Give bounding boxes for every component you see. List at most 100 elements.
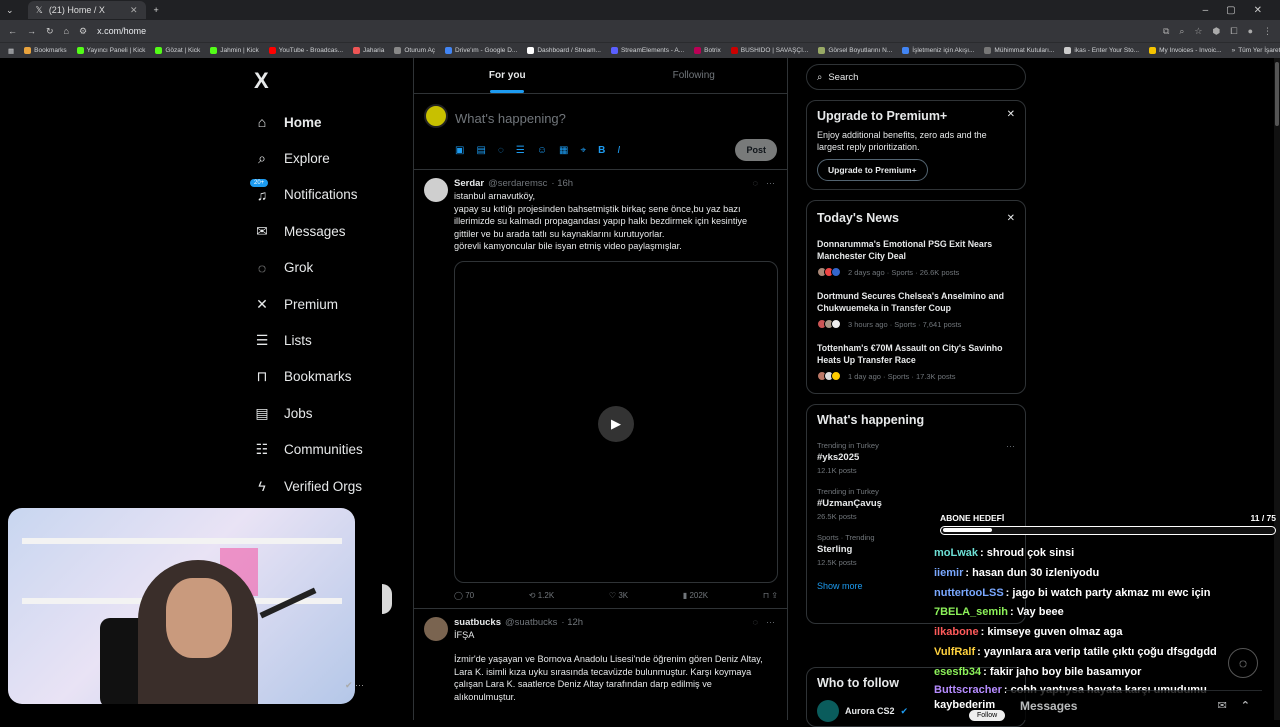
more-icon[interactable]: ··· (766, 178, 775, 188)
bookmark-item[interactable]: Görsel Boyutlarını N... (818, 47, 892, 54)
more-icon[interactable]: ··· (1006, 441, 1015, 451)
bookmark-item[interactable]: Botrix (694, 47, 721, 54)
close-icon[interactable]: ✕ (1007, 109, 1015, 120)
nav-item-communities[interactable]: ☷ Communities (248, 432, 408, 468)
tweet[interactable]: Serdar @serdaremsc · 16h ◌ ··· istanbul … (414, 170, 787, 609)
url-field[interactable]: x.com/home (97, 26, 146, 36)
news-item[interactable]: Dortmund Secures Chelsea's Anselmino and… (817, 290, 1015, 329)
bookmark-item[interactable]: My Invoices - Invoic... (1149, 47, 1222, 54)
menu-icon[interactable]: ⋮ (1263, 26, 1272, 37)
bookmark-item[interactable]: Jaharia (353, 47, 384, 54)
repost-button[interactable]: ⟲ 1.2K (529, 591, 554, 600)
account-more-icon[interactable]: ✔ ··· (345, 680, 364, 691)
post-button[interactable]: Post (735, 139, 777, 161)
browser-tab-home[interactable]: 𝕏 (21) Home / X ✕ (27, 1, 146, 19)
minimize-icon[interactable]: – (1203, 5, 1209, 16)
back-icon[interactable]: ← (8, 26, 17, 36)
play-icon[interactable]: ▶ (598, 405, 634, 442)
image-icon[interactable]: ▣ (455, 145, 464, 156)
bookmark-item[interactable]: ikas - Enter Your Sto... (1064, 47, 1139, 54)
more-icon[interactable]: ··· (766, 617, 775, 627)
page-scrollbar[interactable] (1274, 58, 1280, 720)
tab-following[interactable]: Following (601, 58, 788, 93)
restore-icon[interactable]: ▢ (1226, 5, 1235, 16)
bookmark-item[interactable]: Mühimmat Kutuları... (984, 47, 1054, 54)
x-logo-icon[interactable]: X (248, 64, 408, 104)
italic-icon[interactable]: I (617, 145, 620, 156)
emoji-icon[interactable]: ☺ (537, 145, 547, 156)
tweet-time[interactable]: · 16h (551, 178, 573, 189)
tweet-author-handle[interactable]: @serdaremsc (488, 178, 547, 189)
video-player[interactable]: ▶ (454, 260, 778, 583)
news-item[interactable]: Donnarumma's Emotional PSG Exit Nears Ma… (817, 238, 1015, 277)
star-icon[interactable]: ☆ (1194, 26, 1202, 37)
bookmark-item[interactable]: Jahmin | Kick (210, 47, 259, 54)
nav-item-premium[interactable]: ✕ Premium (248, 286, 408, 322)
location-icon[interactable]: ⌖ (581, 145, 587, 156)
new-tab-icon[interactable]: + (154, 5, 159, 15)
bookmark-item[interactable]: Yayıncı Paneli | Kick (76, 47, 145, 54)
nav-item-grok[interactable]: ◌ Grok (248, 250, 408, 286)
tweet-author-handle[interactable]: @suatbucks (505, 617, 557, 628)
tweet[interactable]: suatbucks @suatbucks · 12h ◌ ··· İFŞA İz… (414, 609, 787, 712)
bookmark-item[interactable]: BUSHIDO | SAVAŞÇI... (730, 47, 808, 54)
nav-item-verified-orgs[interactable]: ϟ Verified Orgs (248, 468, 408, 504)
bookmark-item[interactable]: Gözat | Kick (155, 47, 200, 54)
composer-input[interactable]: What's happening? (455, 111, 566, 126)
nav-item-messages[interactable]: ✉ Messages (248, 213, 408, 249)
tweet-author-name[interactable]: suatbucks (454, 617, 501, 628)
tab-list-icon[interactable]: ⌄ (6, 5, 14, 16)
news-item[interactable]: Tottenham's €70M Assault on City's Savin… (817, 342, 1015, 381)
schedule-icon[interactable]: ▦ (559, 145, 568, 156)
expand-icon[interactable]: ⌃ (1241, 699, 1250, 712)
nav-item-explore[interactable]: ⌕ Explore (248, 140, 408, 176)
bookmark-item[interactable]: Dashboard / Stream... (527, 47, 601, 54)
grok-icon[interactable]: ◌ (498, 145, 504, 156)
follow-button[interactable]: Follow (969, 710, 1006, 721)
new-message-icon[interactable]: ✉ (1218, 699, 1227, 712)
search-input[interactable]: ⌕ Search (806, 64, 1026, 90)
bookmark-item[interactable]: Drive'ım - Google D... (445, 47, 517, 54)
nav-item-notifications[interactable]: ♫ Notifications 20+ (248, 177, 408, 213)
nav-item-jobs[interactable]: ▤ Jobs (248, 395, 408, 431)
extension-icon[interactable]: ⬢ (1213, 26, 1221, 37)
user-avatar[interactable] (424, 104, 448, 128)
nav-item-lists[interactable]: ☰ Lists (248, 322, 408, 358)
tab-for-you[interactable]: For you (414, 58, 601, 93)
bookmark-item[interactable]: Oturum Aç (394, 47, 435, 54)
zoom-icon[interactable]: ⌕ (1179, 26, 1184, 37)
views-button[interactable]: ▮ 202K (683, 591, 708, 600)
tweet-time[interactable]: · 12h (561, 617, 583, 628)
close-icon[interactable]: ✕ (1007, 213, 1015, 224)
poll-icon[interactable]: ☰ (516, 145, 525, 156)
bold-icon[interactable]: B (598, 145, 605, 156)
close-window-icon[interactable]: ✕ (1254, 5, 1262, 16)
install-icon[interactable]: ⧉ (1163, 26, 1169, 37)
bookmark-item[interactable]: Bookmarks (24, 47, 67, 54)
bookmark-item[interactable]: İşletmeniz için Akışı... (902, 47, 974, 54)
home-browser-icon[interactable]: ⌂ (64, 26, 69, 36)
upgrade-premium-button[interactable]: Upgrade to Premium+ (817, 159, 928, 181)
nav-item-home[interactable]: ⌂ Home (248, 104, 408, 140)
profile-avatar-icon[interactable]: ● (1248, 26, 1253, 37)
all-bookmarks[interactable]: » Tüm Yer İşaretleri (1232, 47, 1280, 54)
like-button[interactable]: ♡ 3K (609, 591, 628, 600)
grok-float-icon[interactable]: ◌ (1228, 648, 1258, 678)
close-tab-icon[interactable]: ✕ (130, 5, 138, 16)
messages-drawer[interactable]: Messages ✉ ⌃ (1006, 690, 1262, 720)
avatar[interactable] (424, 616, 448, 641)
trend-item[interactable]: Trending in Turkey #yks2025 12.1K posts ··· (817, 441, 1015, 475)
bookmark-item[interactable]: StreamElements - A... (610, 47, 684, 54)
avatar[interactable] (424, 178, 448, 202)
grok-explain-icon[interactable]: ◌ (753, 178, 758, 188)
grok-explain-icon[interactable]: ◌ (753, 617, 758, 627)
reload-icon[interactable]: ↻ (46, 26, 54, 37)
tweet-author-name[interactable]: Serdar (454, 178, 484, 189)
extensions-puzzle-icon[interactable]: ⧠ (1230, 26, 1237, 37)
forward-icon[interactable]: → (27, 26, 36, 36)
apps-icon[interactable]: ▦ (8, 47, 14, 55)
nav-item-bookmarks[interactable]: ⊓ Bookmarks (248, 359, 408, 395)
gif-icon[interactable]: ▤ (476, 145, 485, 156)
bookmark-share[interactable]: ⊓ ⇪ (763, 591, 778, 600)
site-info-icon[interactable]: ⚙ (79, 26, 87, 37)
